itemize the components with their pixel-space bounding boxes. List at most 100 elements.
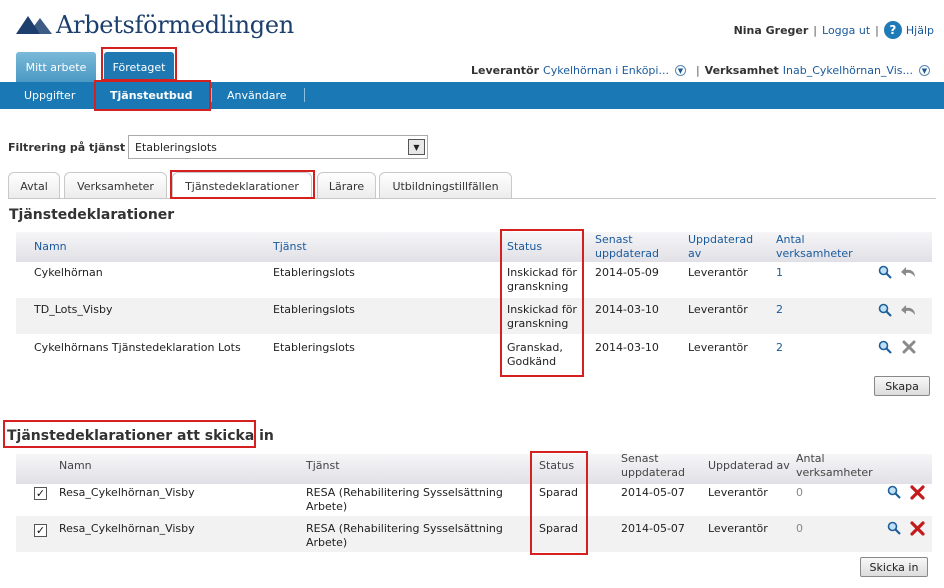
chevron-down-icon[interactable]: ▼ (919, 65, 930, 76)
row-service-line1: RESA (Rehabilitering Sysselsättning (306, 486, 503, 499)
nav-divider (304, 88, 305, 102)
column-header-count-line2: verksamheter (796, 466, 873, 479)
column-header-updated-line2: uppdaterad (621, 466, 685, 479)
nav-item-uppgifter[interactable]: Uppgifter (24, 82, 75, 109)
row-count: 0 (796, 486, 803, 499)
logo: Arbetsförmedlingen (14, 8, 294, 42)
row-date: 2014-05-07 (621, 522, 685, 535)
operation-select[interactable]: Inab_Cykelhörnan_Vis... (783, 64, 913, 77)
column-header-count-line1: Antal (796, 452, 825, 465)
search-icon[interactable] (878, 340, 892, 357)
column-header-updated: Senast uppdaterad (621, 452, 685, 480)
row-updated-by: Leverantör (708, 522, 768, 535)
tab-larare[interactable]: Lärare (317, 172, 376, 199)
row-service-line1: RESA (Rehabilitering Sysselsättning (306, 522, 503, 535)
nav-item-anvandare[interactable]: Användare (227, 82, 287, 109)
chevron-down-icon[interactable]: ▼ (408, 139, 425, 155)
delete-icon[interactable] (910, 521, 925, 539)
highlight-box (94, 80, 211, 111)
search-icon[interactable] (887, 521, 901, 538)
highlight-box (170, 170, 315, 199)
provider-label: Leverantör (471, 64, 540, 77)
row-count: 0 (796, 522, 803, 535)
divider: | (813, 23, 818, 37)
highlight-box (530, 451, 588, 555)
row-updated-by: Leverantör (688, 341, 748, 354)
column-header-service[interactable]: Tjänst (273, 240, 307, 254)
search-icon[interactable] (887, 485, 901, 502)
delete-icon[interactable] (902, 340, 916, 357)
highlight-box (500, 229, 584, 377)
logo-text: Arbetsförmedlingen (56, 11, 294, 39)
row-checkbox[interactable]: ✓ (34, 524, 47, 537)
column-header-updated-by-line2: av (688, 247, 702, 260)
column-header-updated-by: Uppdaterad av (708, 459, 790, 472)
tab-utbildningstillfallen[interactable]: Utbildningstillfällen (379, 172, 512, 199)
row-count[interactable]: 2 (776, 303, 783, 317)
user-menu: Nina Greger | Logga ut | ? Hjälp (734, 21, 934, 39)
divider: | (695, 64, 700, 77)
table-row (16, 262, 932, 298)
column-header-updated-line2: uppdaterad (595, 247, 659, 260)
row-count[interactable]: 1 (776, 266, 783, 280)
row-service-line2: Arbete) (306, 500, 348, 513)
undo-icon[interactable] (900, 265, 918, 282)
send-button[interactable]: Skicka in (860, 557, 928, 577)
service-filter-select[interactable]: Etableringslots ▼ (128, 135, 428, 159)
row-date: 2014-03-10 (595, 341, 659, 354)
row-date: 2014-05-09 (595, 266, 659, 279)
undo-icon[interactable] (900, 303, 918, 320)
column-header-updated[interactable]: Senast uppdaterad (595, 233, 659, 261)
tab-divider (8, 198, 936, 199)
column-header-name[interactable]: Namn (34, 240, 67, 254)
column-header-count[interactable]: Antal verksamheter (776, 233, 853, 261)
column-header-updated-line1: Senast (595, 233, 633, 246)
tab-avtal[interactable]: Avtal (8, 172, 60, 199)
chevron-down-icon[interactable]: ▼ (674, 65, 686, 76)
column-header-service: Tjänst (306, 459, 340, 472)
row-updated-by: Leverantör (708, 486, 768, 499)
search-icon[interactable] (878, 303, 892, 320)
column-header-updated-by[interactable]: Uppdaterad av (688, 233, 753, 261)
row-date: 2014-05-07 (621, 486, 685, 499)
create-button[interactable]: Skapa (874, 376, 930, 396)
row-service: Etableringslots (273, 266, 355, 279)
section-title: Tjänstedeklarationer (9, 207, 175, 223)
row-updated-by: Leverantör (688, 266, 748, 279)
tab-verksamheter[interactable]: Verksamheter (64, 172, 167, 199)
service-filter-value: Etableringslots (135, 140, 217, 154)
row-name: Resa_Cykelhörnan_Visby (59, 486, 195, 499)
nav-divider (211, 88, 212, 102)
row-service: RESA (Rehabilitering Sysselsättning Arbe… (306, 522, 503, 550)
row-name: Cykelhörnan (34, 266, 103, 279)
context-selector: Leverantör Cykelhörnan i Enköpi... ▼ | V… (471, 64, 930, 77)
row-count[interactable]: 2 (776, 341, 783, 355)
table-row (16, 298, 932, 334)
row-service-line2: Arbete) (306, 536, 348, 549)
row-name: TD_Lots_Visby (34, 303, 113, 316)
filter-label: Filtrering på tjänst (8, 141, 126, 154)
column-header-count: Antal verksamheter (796, 452, 873, 480)
row-service: Etableringslots (273, 303, 355, 316)
user-name: Nina Greger (733, 23, 809, 37)
operation-label: Verksamhet (704, 64, 779, 77)
column-header-count-line1: Antal (776, 233, 805, 246)
help-icon[interactable]: ? (883, 21, 902, 39)
help-link[interactable]: Hjälp (906, 24, 934, 37)
delete-icon[interactable] (910, 485, 925, 503)
column-header-updated-by-line1: Uppdaterad (688, 233, 754, 246)
search-icon[interactable] (878, 265, 892, 282)
row-checkbox[interactable]: ✓ (34, 487, 47, 500)
row-service: Etableringslots (273, 341, 355, 354)
row-date: 2014-03-10 (595, 303, 659, 316)
provider-select[interactable]: Cykelhörnan i Enköpi... (543, 64, 669, 77)
highlight-box (3, 420, 256, 448)
row-updated-by: Leverantör (688, 303, 748, 316)
logout-link[interactable]: Logga ut (822, 24, 870, 37)
row-service: RESA (Rehabilitering Sysselsättning Arbe… (306, 486, 503, 514)
tab-mitt-arbete[interactable]: Mitt arbete (16, 52, 96, 82)
logo-icon (14, 12, 52, 38)
column-header-count-line2: verksamheter (776, 247, 853, 260)
highlight-box (101, 47, 177, 81)
divider: | (875, 23, 879, 37)
